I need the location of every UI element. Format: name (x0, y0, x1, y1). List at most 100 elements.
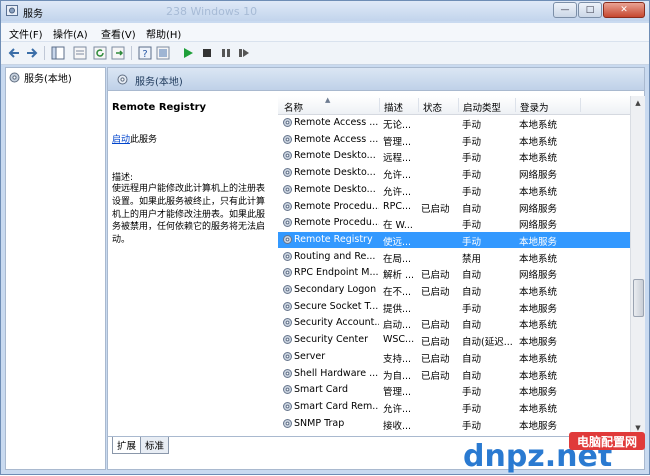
service-logon-cell: 本地服务 (519, 303, 558, 315)
service-gear-icon (283, 418, 292, 428)
toolbar-separator (44, 46, 45, 60)
service-name-cell: RPC Endpoint M... (294, 267, 379, 279)
service-logon-cell: 本地系统 (519, 253, 558, 265)
service-startup-type-cell: 手动 (462, 186, 482, 198)
table-row[interactable]: Remote Access ... 管理... 手动 本地系统 (278, 132, 630, 148)
service-startup-type-cell: 手动 (462, 303, 482, 315)
service-description-cell: 管理... (383, 136, 412, 148)
table-row[interactable]: Smart Card 管理... 手动 本地服务 (278, 382, 630, 398)
service-gear-icon (283, 368, 292, 378)
service-gear-icon (283, 134, 292, 144)
service-name-cell: Remote Procedu... (294, 200, 379, 212)
column-divider[interactable] (379, 98, 380, 112)
service-status-cell: 已启动 (421, 287, 450, 298)
show-hide-tree-icon[interactable] (51, 46, 65, 60)
service-logon-cell: 网络服务 (519, 203, 558, 215)
table-row[interactable]: Remote Procedu... 在 W... 手动 网络服务 (278, 215, 630, 231)
service-logon-cell: 本地系统 (519, 370, 558, 382)
menu-action[interactable]: 操作(A) (53, 26, 88, 41)
column-divider[interactable] (458, 98, 459, 112)
tab-extended[interactable]: 扩展 (112, 437, 142, 454)
svg-text:?: ? (142, 49, 147, 60)
table-row[interactable]: Remote Deskto... 允许... 手动 本地系统 (278, 182, 630, 198)
minimize-button[interactable]: — (553, 2, 577, 18)
restart-icon[interactable] (237, 46, 251, 60)
service-description-cell: 为自... (383, 370, 412, 382)
help-icon[interactable]: ? (138, 46, 152, 60)
table-row[interactable]: Secure Socket T... 提供... 手动 本地服务 (278, 299, 630, 315)
service-description-cell: RPC... (383, 200, 412, 212)
service-gear-icon (283, 118, 292, 127)
service-name-cell: Remote Access ... (294, 117, 379, 128)
table-row[interactable]: Remote Procedu... RPC... 已启动 自动 网络服务 (278, 199, 630, 215)
play-icon[interactable] (181, 46, 195, 60)
column-header-logon-as[interactable]: 登录为 (520, 100, 549, 114)
table-row[interactable]: Secondary Logon 在不... 已启动 自动 本地系统 (278, 282, 630, 298)
service-name-cell: Security Account... (294, 317, 379, 329)
services-window: 服务 238 Windows 10 — □ ✕ 文件(F) 操作(A) 查看(V… (0, 0, 650, 475)
watermark-cn: 电脑配置网 (577, 434, 637, 449)
menu-help[interactable]: 帮助(H) (146, 26, 181, 41)
service-startup-type-cell: 手动 (462, 403, 482, 415)
table-row[interactable]: Server 支持... 已启动 自动 本地系统 (278, 349, 630, 365)
service-startup-type-cell: 手动 (462, 236, 482, 248)
column-divider[interactable] (580, 98, 581, 112)
back-icon[interactable] (7, 46, 21, 60)
menu-view[interactable]: 查看(V) (101, 26, 136, 41)
site-watermark: dnpz.net 电脑配置网 (463, 432, 645, 474)
close-button[interactable]: ✕ (603, 2, 645, 18)
stop-icon[interactable] (200, 46, 214, 60)
table-row[interactable]: RPC Endpoint M... 解析 ... 已启动 自动 网络服务 (278, 265, 630, 281)
service-logon-cell: 本地服务 (519, 387, 558, 399)
table-row[interactable]: Security Center WSC... 已启动 自动(延迟... 本地服务 (278, 332, 630, 348)
column-divider[interactable] (515, 98, 516, 112)
service-status-cell: 已启动 (421, 337, 450, 349)
menu-file[interactable]: 文件(F) (9, 26, 43, 41)
column-header-description[interactable]: 描述 (384, 100, 403, 114)
up-icon[interactable] (73, 46, 87, 60)
table-row[interactable]: Remote Deskto... 远程... 手动 本地系统 (278, 148, 630, 164)
service-description-cell: 远程... (383, 153, 412, 165)
export-icon[interactable] (111, 46, 125, 60)
service-startup-type-cell: 手动 (462, 220, 482, 232)
service-gear-icon (283, 385, 292, 395)
toolbar-separator (131, 46, 132, 60)
vertical-scrollbar[interactable]: ▲ ▼ (630, 96, 645, 435)
service-description-cell: 允许... (383, 170, 412, 182)
service-status-cell: 已启动 (421, 370, 450, 382)
properties-icon[interactable] (156, 46, 170, 60)
scroll-up-arrow-icon[interactable]: ▲ (631, 96, 645, 110)
table-row[interactable]: Remote Access ... 无论... 手动 本地系统 (278, 115, 630, 131)
forward-icon[interactable] (25, 46, 39, 60)
column-header-name[interactable]: 名称 (284, 100, 303, 114)
service-name-cell: Remote Deskto... (294, 183, 376, 195)
service-gear-icon (283, 318, 292, 328)
tree-item-services-local[interactable]: 服务(本地) (8, 70, 72, 85)
start-service-link[interactable]: 启动 (112, 135, 130, 145)
tab-standard[interactable]: 标准 (140, 437, 170, 454)
service-description-cell: 在局... (383, 253, 412, 265)
service-description-cell: 解析 ... (383, 270, 415, 282)
table-row[interactable]: Smart Card Rem... 允许... 手动 本地系统 (278, 399, 630, 415)
table-row[interactable]: Shell Hardware ... 为自... 已启动 自动 本地系统 (278, 366, 630, 382)
column-header-startup-type[interactable]: 启动类型 (463, 100, 501, 114)
service-startup-type-cell: 手动 (462, 120, 482, 131)
service-name-cell: Smart Card Rem... (294, 400, 379, 412)
service-name-cell: Shell Hardware ... (294, 367, 379, 379)
pause-icon[interactable] (219, 46, 233, 60)
service-description-cell: 启动... (383, 320, 412, 332)
scrollbar-thumb[interactable] (633, 279, 644, 317)
service-name-cell: Secondary Logon (294, 284, 377, 295)
table-row[interactable]: Remote Deskto... 允许... 手动 网络服务 (278, 165, 630, 181)
sort-ascending-icon: ▲ (325, 96, 331, 104)
table-row[interactable]: Routing and Re... 在局... 禁用 本地系统 (278, 249, 630, 265)
table-row[interactable]: Remote Registry 使远... 手动 本地服务 (278, 231, 630, 248)
title-bar[interactable]: 服务 238 Windows 10 — □ ✕ (1, 1, 649, 21)
service-startup-type-cell: 自动 (462, 287, 482, 298)
column-header-status[interactable]: 状态 (423, 100, 442, 114)
refresh-icon[interactable] (93, 46, 107, 60)
column-divider[interactable] (418, 98, 419, 112)
maximize-button[interactable]: □ (578, 2, 602, 18)
table-row[interactable]: Security Account... 启动... 已启动 自动 本地系统 (278, 315, 630, 331)
service-logon-cell: 网络服务 (519, 220, 558, 232)
